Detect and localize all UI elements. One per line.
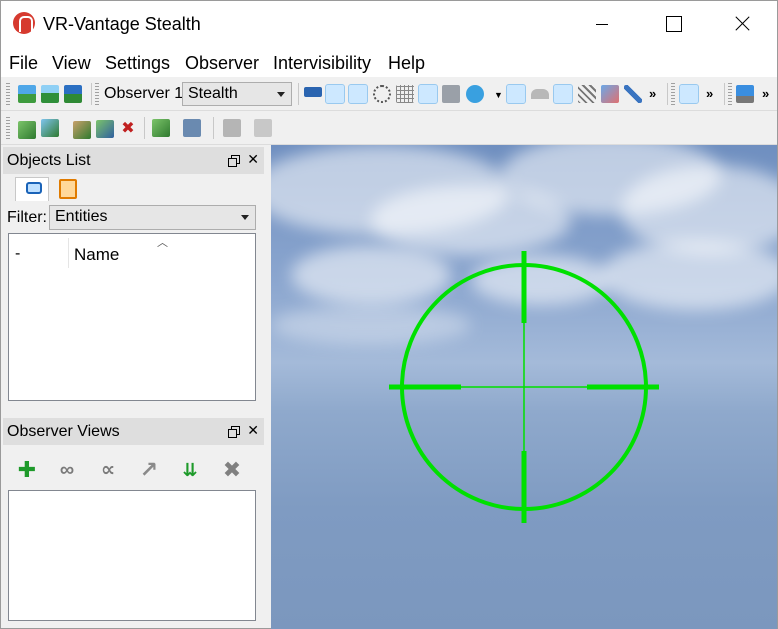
create-group-icon[interactable]	[41, 119, 59, 137]
marker-icon[interactable]	[601, 85, 619, 103]
ground-mode-icon[interactable]	[325, 84, 345, 104]
objects-list-table[interactable]: - ︿ Name	[8, 233, 256, 401]
app-logo-icon	[13, 12, 35, 34]
observer-mode-select[interactable]: Stealth	[182, 82, 292, 106]
objects-list-title: Objects List	[7, 152, 91, 169]
reticle-group	[389, 251, 659, 523]
link-icon[interactable]: ∞	[56, 459, 78, 481]
grid-icon[interactable]	[396, 85, 414, 103]
database-icon[interactable]	[183, 119, 201, 137]
observer-views-header: Observer Views ✕	[3, 418, 264, 445]
menu-bar: File View Settings Observer Intervisibil…	[1, 47, 777, 77]
terrain-view-icon[interactable]	[18, 85, 36, 103]
column-header-status[interactable]: -	[15, 245, 20, 263]
toolbar-overflow-icon[interactable]: »	[649, 86, 656, 101]
float-panel-icon[interactable]	[228, 155, 240, 167]
minimize-button[interactable]	[567, 1, 637, 47]
close-icon[interactable]: ✕	[247, 422, 259, 439]
main-toolbar: Observer 1 ▼ » » »	[1, 77, 777, 111]
save-view-icon[interactable]	[64, 85, 82, 103]
toolbar-separator	[667, 83, 668, 105]
objects-list-tabs	[3, 175, 264, 201]
copy-entity-icon[interactable]	[96, 120, 114, 138]
tab-folders[interactable]	[51, 177, 85, 201]
column-divider[interactable]	[68, 238, 69, 268]
follow-mode-icon[interactable]	[348, 84, 368, 104]
observer-views-title: Observer Views	[7, 423, 120, 440]
maximize-button[interactable]	[637, 1, 707, 47]
title-bar: VR-Vantage Stealth	[1, 1, 777, 47]
3d-viewport[interactable]	[271, 145, 777, 629]
toolbar-separator	[724, 83, 725, 105]
menu-intervisibility[interactable]: Intervisibility	[273, 53, 371, 74]
update-view-icon[interactable]: ⇊	[179, 459, 201, 481]
observer-views-list[interactable]	[8, 490, 256, 621]
filter-value: Entities	[55, 208, 108, 225]
folder-icon	[59, 179, 77, 199]
objects-tab-icon	[26, 182, 42, 194]
delete-view-icon[interactable]: ✖	[221, 459, 243, 481]
toolbar-overflow-icon[interactable]: »	[706, 86, 713, 101]
monitor-icon[interactable]	[736, 85, 754, 103]
create-entity-icon[interactable]	[18, 121, 36, 139]
go-to-view-icon[interactable]: ↗	[138, 459, 160, 481]
tools-icon[interactable]	[624, 85, 642, 103]
weather-icon[interactable]	[578, 85, 596, 103]
sort-indicator-icon: ︿	[157, 237, 168, 249]
toolbar-overflow-icon[interactable]: »	[762, 86, 769, 101]
menu-file[interactable]: File	[9, 53, 38, 74]
terrain-icon[interactable]	[531, 89, 549, 99]
entity-dropdown-icon[interactable]: ▼	[494, 90, 503, 100]
unlink-icon[interactable]: ∝	[97, 459, 119, 481]
sensor-icon[interactable]	[373, 85, 391, 103]
menu-settings[interactable]: Settings	[105, 53, 170, 74]
float-panel-icon[interactable]	[228, 426, 240, 438]
crosshair-reticle	[389, 251, 659, 523]
toolbar-grip[interactable]	[6, 117, 10, 139]
toolbar-separator	[91, 83, 92, 105]
menu-observer[interactable]: Observer	[185, 53, 259, 74]
light-bulb-icon[interactable]	[553, 84, 573, 104]
objects-list-header: Objects List ✕	[3, 147, 264, 174]
add-view-icon[interactable]: ✚	[16, 459, 38, 481]
terrain-follow-icon[interactable]	[418, 84, 438, 104]
attach-icon[interactable]	[152, 119, 170, 137]
menu-view[interactable]: View	[52, 53, 91, 74]
edit-entity-icon[interactable]	[73, 121, 91, 139]
open-scenario-icon[interactable]	[41, 85, 59, 103]
column-header-name[interactable]: Name	[74, 245, 119, 265]
tab-objects[interactable]	[15, 177, 49, 201]
secondary-toolbar: ✖	[1, 111, 777, 145]
delete-entity-icon[interactable]: ✖	[119, 120, 137, 138]
window-title: VR-Vantage Stealth	[43, 14, 201, 34]
toolbar-grip[interactable]	[728, 83, 732, 105]
close-icon[interactable]: ✕	[247, 151, 259, 168]
toolbar-separator	[144, 117, 145, 139]
align-icon[interactable]	[223, 119, 241, 137]
filter-label: Filter:	[7, 209, 47, 226]
entity-icon[interactable]	[466, 85, 484, 103]
observer-mode-value: Stealth	[188, 85, 238, 102]
toolbar-grip[interactable]	[95, 83, 99, 105]
stats-icon[interactable]	[442, 85, 460, 103]
menu-help[interactable]: Help	[388, 53, 425, 74]
observer-label: Observer 1	[104, 85, 184, 102]
distribute-icon[interactable]	[254, 119, 272, 137]
lighting-icon[interactable]	[506, 84, 526, 104]
chevron-down-icon	[241, 215, 249, 220]
toolbar-grip[interactable]	[671, 83, 675, 105]
app-window: VR-Vantage Stealth File View Settings Ob…	[0, 0, 778, 629]
observer-views-toolbar: ✚ ∞ ∝ ↗ ⇊ ✖	[3, 453, 264, 487]
close-button[interactable]	[707, 1, 777, 47]
chevron-down-icon	[277, 92, 285, 97]
filter-select[interactable]: Entities	[49, 205, 256, 230]
toolbar-separator	[298, 83, 299, 105]
toolbar-separator	[213, 117, 214, 139]
toolbar-grip[interactable]	[6, 83, 10, 105]
back-arrow-icon[interactable]	[679, 84, 699, 104]
fly-mode-icon[interactable]	[304, 87, 322, 97]
